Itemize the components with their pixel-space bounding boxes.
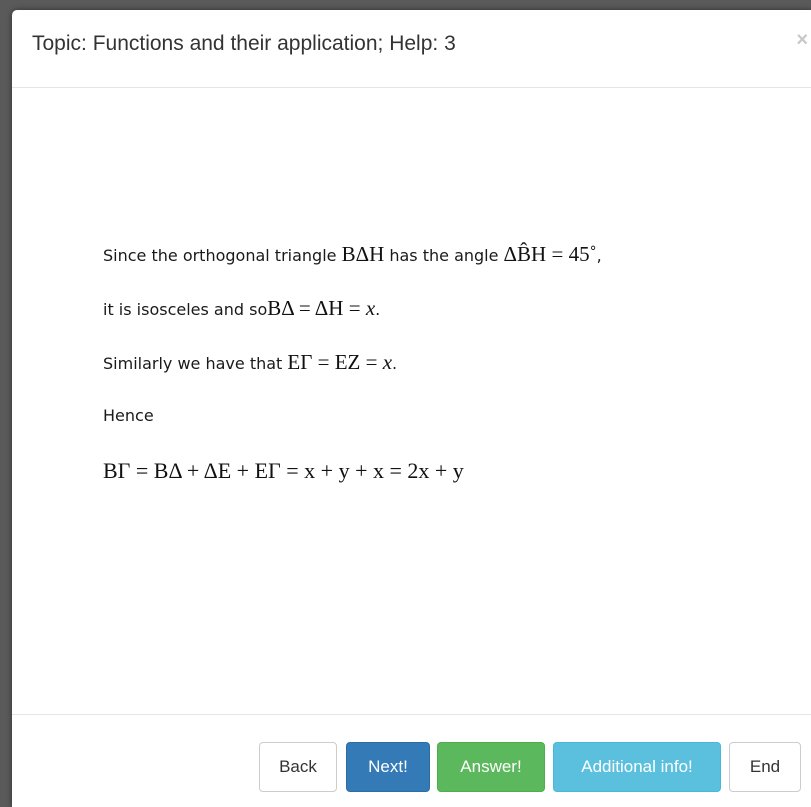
next-button[interactable]: Next! bbox=[346, 742, 430, 792]
angle-expression: ΔB̂H = 45˚ bbox=[503, 242, 597, 266]
additional-info-button[interactable]: Additional info! bbox=[553, 742, 721, 792]
line-1-middle: has the angle bbox=[384, 246, 504, 265]
answer-button[interactable]: Answer! bbox=[437, 742, 545, 792]
line-1-prefix: Since the orthogonal triangle bbox=[103, 246, 342, 265]
dialog-header: Topic: Functions and their application; … bbox=[12, 10, 811, 88]
dialog-body: Since the orthogonal triangle BΔH has th… bbox=[12, 88, 811, 714]
explanation-line-2: it is isosceles and soBΔ = ΔH = x. bbox=[103, 296, 380, 321]
line-3-suffix: . bbox=[392, 354, 398, 373]
line-2-prefix: it is isosceles and so bbox=[103, 300, 268, 319]
dialog-title: Topic: Functions and their application; … bbox=[32, 32, 456, 55]
similarity-expression-lhs: EΓ = EZ = bbox=[287, 350, 383, 374]
line-2-suffix: . bbox=[375, 300, 381, 319]
similarity-expression-var: x bbox=[382, 350, 393, 374]
triangle-expression: BΔH bbox=[341, 242, 385, 266]
explanation-line-4: Hence bbox=[103, 406, 154, 425]
help-dialog: Topic: Functions and their application; … bbox=[12, 10, 811, 807]
explanation-line-3: Similarly we have that EΓ = EZ = x. bbox=[103, 350, 397, 375]
isosceles-expression-lhs: BΔ = ΔH = bbox=[267, 296, 366, 320]
isosceles-expression-var: x bbox=[365, 296, 376, 320]
isosceles-expression: BΔ = ΔH = x bbox=[267, 296, 375, 320]
final-equation: BΓ = BΔ + ΔE + EΓ = x + y + x = 2x + y bbox=[103, 458, 464, 483]
line-1-suffix: , bbox=[596, 246, 602, 265]
dialog-footer: Back Next! Answer! Additional info! End bbox=[12, 714, 811, 807]
back-button[interactable]: Back bbox=[259, 742, 337, 792]
similarity-expression: EΓ = EZ = x bbox=[287, 350, 392, 374]
close-icon[interactable]: × bbox=[796, 30, 808, 50]
explanation-line-1: Since the orthogonal triangle BΔH has th… bbox=[103, 242, 602, 267]
end-button[interactable]: End bbox=[729, 742, 801, 792]
line-3-prefix: Similarly we have that bbox=[103, 354, 288, 373]
